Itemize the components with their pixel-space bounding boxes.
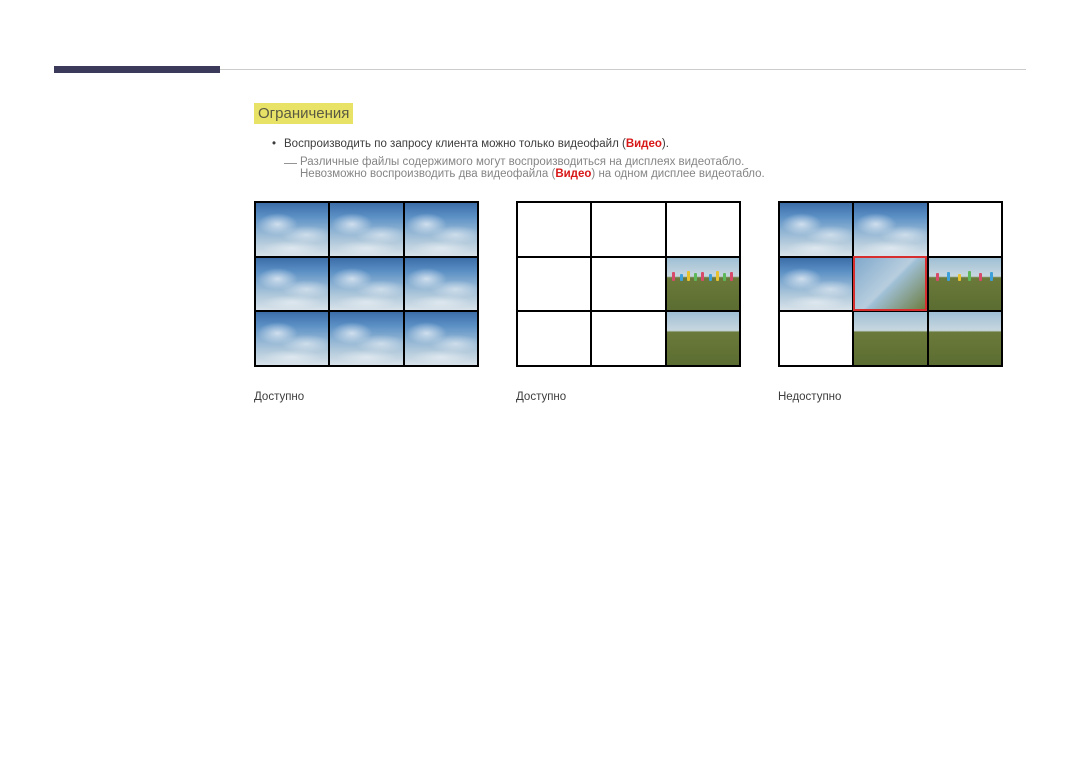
grid-cell: [929, 258, 1001, 311]
grid-cell: [592, 203, 664, 256]
grid-cell: [592, 258, 664, 311]
bullet-text: Воспроизводить по запросу клиента можно …: [284, 138, 669, 150]
grid-cell: [405, 312, 477, 365]
videowall-grid-2: [516, 201, 741, 367]
grid-cell: [780, 258, 852, 311]
figure-3: Недоступно: [778, 201, 1003, 403]
grid-cell: [854, 312, 926, 365]
flags-icon: [667, 275, 739, 281]
grid-cell: [330, 312, 402, 365]
flags-icon: [929, 275, 1001, 281]
grid-cell: [330, 258, 402, 311]
content-area: Ограничения • Воспроизводить по запросу …: [254, 103, 765, 182]
grid-cell-overlap: [854, 258, 926, 311]
video-word: Видео: [626, 138, 662, 150]
sub-line1: Различные файлы содержимого могут воспро…: [300, 156, 744, 168]
videowall-grid-1: [254, 201, 479, 367]
section-heading: Ограничения: [254, 103, 353, 124]
grid-cell: [780, 203, 852, 256]
video-word-2: Видео: [555, 168, 591, 180]
grid-cell: [854, 203, 926, 256]
grid-cell: [330, 203, 402, 256]
bullet-item: • Воспроизводить по запросу клиента можн…: [272, 138, 765, 150]
grid-cell: [405, 258, 477, 311]
figure-caption: Доступно: [516, 391, 741, 403]
grid-cell: [256, 203, 328, 256]
sub-text: Различные файлы содержимого могут воспро…: [300, 156, 765, 180]
header-accent-bar: [54, 66, 220, 73]
grid-cell: [929, 312, 1001, 365]
grid-cell: [518, 312, 590, 365]
grid-cell: [256, 312, 328, 365]
figure-caption: Недоступно: [778, 391, 1003, 403]
header-rule: [220, 69, 1026, 70]
sub-item: ― Различные файлы содержимого могут восп…: [284, 156, 765, 180]
grid-cell: [518, 258, 590, 311]
figures-row: Доступно: [254, 201, 1003, 403]
grid-cell: [667, 312, 739, 365]
figure-2: Доступно: [516, 201, 741, 403]
videowall-grid-3: [778, 201, 1003, 367]
bullet-prefix: Воспроизводить по запросу клиента можно …: [284, 138, 626, 150]
grid-cell: [780, 312, 852, 365]
sub-line2-prefix: Невозможно воспроизводить два видеофайла…: [300, 168, 555, 180]
grid-cell: [929, 203, 1001, 256]
dash-marker: ―: [284, 156, 300, 170]
grid-cell: [592, 312, 664, 365]
grid-cell: [405, 203, 477, 256]
bullet-marker: •: [272, 138, 284, 150]
sub-line2-suffix: ) на одном дисплее видеотабло.: [591, 168, 764, 180]
grid-cell: [667, 258, 739, 311]
figure-caption: Доступно: [254, 391, 479, 403]
figure-1: Доступно: [254, 201, 479, 403]
bullet-suffix: ).: [662, 138, 669, 150]
grid-cell: [256, 258, 328, 311]
grid-cell: [518, 203, 590, 256]
grid-cell: [667, 203, 739, 256]
